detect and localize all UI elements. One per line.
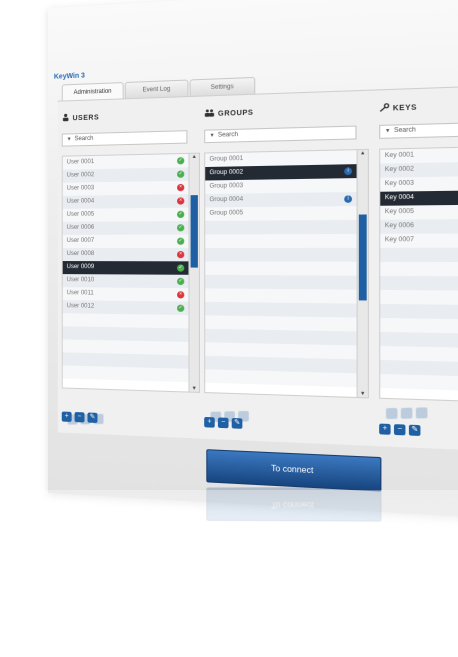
list-item-label: Group 0003 [209, 183, 244, 190]
list-item-label: User 0006 [66, 224, 95, 231]
empty-row [205, 233, 357, 248]
groups-scroll-thumb[interactable] [358, 214, 367, 301]
list-item-label: User 0008 [66, 251, 95, 258]
status-ok-icon: ✓ [177, 224, 185, 232]
status-ok-icon: ✓ [177, 304, 185, 312]
list-item-label: Group 0005 [209, 210, 244, 217]
empty-row [205, 261, 357, 276]
info-icon: i [344, 195, 353, 203]
groups-search-input[interactable]: ▼ Search [204, 125, 357, 144]
users-title: USERS [62, 112, 99, 123]
reflection-btn [415, 407, 428, 419]
reflection-btn [385, 407, 398, 420]
list-item[interactable]: User 0009 ✓ [62, 261, 189, 275]
people-icon [204, 109, 215, 120]
list-item[interactable]: User 0004 × [62, 194, 189, 209]
list-item-label: Key 0004 [384, 194, 414, 202]
person-icon [62, 113, 70, 123]
list-item[interactable]: Key 0005 [380, 204, 458, 220]
list-item[interactable]: User 0005 ✓ [62, 207, 189, 222]
keys-title: KEYS [379, 102, 417, 114]
stage: KeyWin 3 Administration Event Log Settin… [0, 0, 458, 657]
list-item[interactable]: Key 0002 [380, 161, 458, 178]
list-item[interactable]: Key 0006 [380, 218, 458, 234]
list-item-label: Key 0002 [384, 166, 414, 174]
reflection: To connect [48, 326, 458, 522]
list-item[interactable]: User 0007 ✓ [62, 234, 189, 248]
reflection-btn [210, 411, 222, 423]
status-ok-icon: ✓ [177, 277, 185, 286]
list-item[interactable]: Key 0001 [380, 146, 458, 164]
list-item-label: Group 0002 [209, 169, 244, 177]
empty-row [380, 275, 458, 291]
list-item-label: Key 0007 [384, 236, 414, 244]
status-blocked-icon: × [177, 183, 185, 192]
list-item[interactable]: User 0006 ✓ [62, 221, 189, 235]
list-item[interactable]: Group 0004 i [205, 192, 357, 208]
list-item[interactable]: Key 0003 [380, 175, 458, 192]
reflection-fade [0, 490, 458, 657]
list-item-label: Key 0003 [384, 180, 414, 188]
list-item-label: User 0012 [66, 303, 95, 310]
list-item-label: User 0011 [66, 290, 94, 297]
status-ok-icon: ✓ [177, 237, 185, 245]
list-item-label: Key 0006 [384, 222, 414, 230]
empty-row [205, 274, 357, 290]
list-item[interactable]: Key 0007 [380, 233, 458, 248]
status-ok-icon: ✓ [177, 264, 185, 272]
list-item-label: User 0010 [66, 277, 95, 284]
status-blocked-icon: × [177, 251, 185, 259]
list-item-label: User 0004 [66, 198, 95, 205]
reflection-btn [400, 407, 413, 419]
groups-title: GROUPS [204, 107, 253, 119]
status-blocked-icon: × [177, 197, 185, 205]
users-search-input[interactable]: ▼ Search [61, 130, 188, 147]
empty-row [380, 289, 458, 306]
scroll-up-icon[interactable]: ▲ [190, 154, 199, 160]
info-icon: i [344, 167, 353, 176]
dropdown-arrow-icon: ▼ [66, 136, 72, 143]
empty-row [205, 247, 357, 262]
status-ok-icon: ✓ [177, 157, 185, 165]
list-item-label: User 0002 [66, 172, 95, 179]
reflection-buttons [210, 406, 253, 426]
list-item-label: User 0009 [66, 264, 95, 271]
list-item[interactable]: Group 0005 [205, 205, 357, 221]
status-blocked-icon: × [177, 291, 185, 299]
list-item-label: User 0003 [66, 185, 95, 192]
scroll-up-icon[interactable]: ▲ [358, 150, 368, 157]
app-title: KeyWin 3 [53, 72, 85, 81]
status-ok-icon: ✓ [177, 210, 185, 219]
empty-row [380, 247, 458, 263]
list-item-label: User 0005 [66, 211, 95, 218]
reflection-btn [67, 414, 78, 425]
reflection-btn [238, 410, 249, 422]
list-item-label: Key 0001 [384, 152, 414, 160]
list-item-label: User 0001 [66, 159, 95, 166]
reflection-btn [93, 413, 104, 425]
list-item-label: User 0007 [66, 237, 95, 244]
reflection-btn [80, 414, 91, 425]
reflection-buttons [67, 409, 107, 428]
list-item[interactable]: User 0010 ✓ [62, 274, 189, 289]
users-scroll-thumb[interactable] [190, 195, 198, 268]
list-item-label: Group 0004 [209, 196, 244, 204]
empty-row [380, 261, 458, 277]
reflection-buttons [385, 402, 431, 422]
list-item[interactable]: User 0008 × [62, 247, 189, 262]
list-item[interactable]: Key 0004 [380, 190, 458, 206]
keys-search-input[interactable]: ▼ Search [379, 121, 458, 139]
dropdown-arrow-icon: ▼ [209, 132, 215, 139]
key-icon [379, 103, 389, 114]
empty-row [205, 219, 357, 235]
list-item-label: Key 0005 [384, 208, 414, 216]
dropdown-arrow-icon: ▼ [384, 127, 391, 135]
status-ok-icon: ✓ [177, 170, 185, 178]
list-item-label: Group 0001 [209, 155, 244, 163]
reflection-btn [224, 411, 235, 422]
